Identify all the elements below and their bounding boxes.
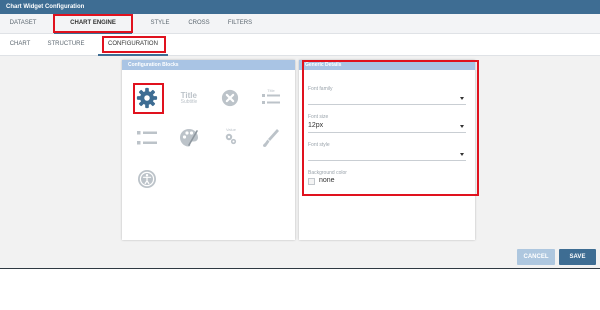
- tab-chart[interactable]: CHART: [6, 34, 34, 55]
- chevron-down-icon: [460, 125, 464, 128]
- tab-configuration[interactable]: CONFIGURATION: [98, 34, 168, 56]
- legend-list-icon[interactable]: [135, 126, 159, 150]
- font-size-underline: [308, 132, 466, 133]
- font-style-select[interactable]: [308, 148, 466, 160]
- chevron-down-icon: [460, 97, 464, 100]
- tab-cross[interactable]: CROSS: [184, 14, 214, 33]
- font-size-value: 12px: [308, 122, 324, 129]
- no-data-icon[interactable]: [218, 86, 242, 110]
- font-style-underline: [308, 160, 466, 161]
- subtitle-block-label: Subtitle: [180, 98, 198, 105]
- generic-details-panel: Generic Details Font family Font size 12…: [299, 60, 475, 240]
- font-family-select[interactable]: [308, 92, 466, 104]
- palette-icon[interactable]: [177, 126, 201, 150]
- color-swatch: [308, 178, 315, 185]
- save-button[interactable]: SAVE: [559, 249, 596, 265]
- sub-tab-bar: CHART STRUCTURE CONFIGURATION: [0, 34, 600, 56]
- tab-dataset[interactable]: DATASET: [6, 14, 40, 33]
- font-family-underline: [308, 104, 466, 105]
- tab-chart-engine-designer[interactable]: CHART ENGINE DESIGNER: [54, 14, 132, 45]
- generic-details-header: Generic Details: [299, 60, 475, 70]
- accessibility-icon[interactable]: [135, 167, 159, 191]
- tab-structure[interactable]: STRUCTURE: [44, 34, 88, 55]
- value-block-label: Value: [226, 127, 236, 132]
- configuration-blocks-header: Configuration Blocks: [122, 60, 295, 70]
- main-tab-bar: DATASET CHART ENGINE DESIGNER STYLE CROS…: [0, 14, 600, 45]
- cancel-button[interactable]: CANCEL: [517, 249, 555, 265]
- chevron-down-icon: [460, 153, 464, 156]
- tab-filters[interactable]: FILTERS: [224, 14, 256, 33]
- title-subtitle-icon[interactable]: Title Subtitle: [174, 86, 204, 110]
- tab-style[interactable]: STYLE: [146, 14, 174, 33]
- legend-title-label: Title: [267, 87, 275, 93]
- font-size-select[interactable]: 12px: [308, 120, 466, 132]
- content-area: Configuration Blocks Title Subtitle Titl…: [0, 56, 600, 269]
- background-color-picker[interactable]: none: [308, 177, 368, 187]
- brush-icon[interactable]: [259, 126, 283, 150]
- background-color-value: none: [319, 177, 335, 184]
- window-title: Chart Widget Configuration: [0, 0, 600, 14]
- gear-icon[interactable]: [135, 86, 159, 110]
- background-color-label: Background color: [308, 170, 347, 176]
- configuration-blocks-panel: Configuration Blocks Title Subtitle Titl…: [122, 60, 295, 240]
- advanced-settings-icon[interactable]: Value: [219, 124, 243, 148]
- legend-title-icon[interactable]: Title: [259, 84, 283, 108]
